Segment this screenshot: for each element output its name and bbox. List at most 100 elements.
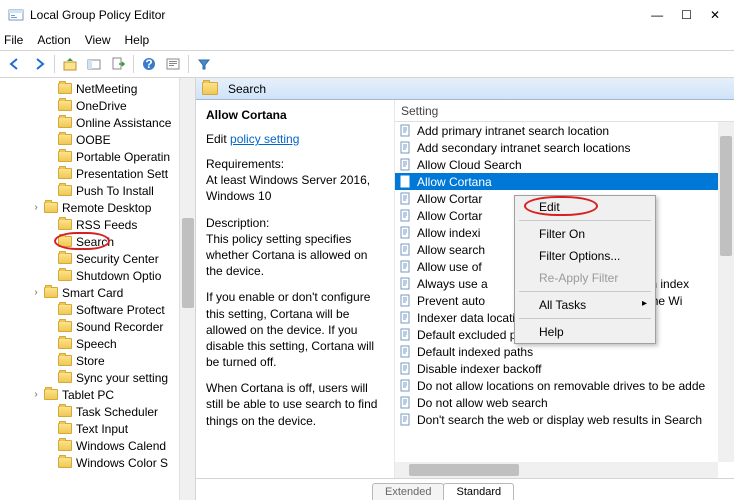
tree-item-label: Security Center bbox=[76, 252, 159, 266]
tree-item-label: Sync your setting bbox=[76, 371, 168, 385]
maximize-button[interactable]: ☐ bbox=[681, 8, 692, 22]
menu-separator bbox=[519, 220, 651, 221]
tree-item-security-center[interactable]: Security Center bbox=[0, 250, 195, 267]
policy-row[interactable]: Disable indexer backoff bbox=[395, 360, 734, 377]
tree-item-label: Task Scheduler bbox=[76, 405, 158, 419]
requirements-label: Requirements: bbox=[206, 157, 284, 171]
policy-row[interactable]: Add secondary intranet search locations bbox=[395, 139, 734, 156]
context-item-filter-options-[interactable]: Filter Options... bbox=[515, 245, 655, 267]
minimize-button[interactable]: — bbox=[651, 8, 663, 22]
context-item-all-tasks[interactable]: All Tasks▸ bbox=[515, 294, 655, 316]
policy-row[interactable]: Allow Cloud Search bbox=[395, 156, 734, 173]
tree-item-shutdown-optio[interactable]: Shutdown Optio bbox=[0, 267, 195, 284]
tree-item-windows-color-s[interactable]: Windows Color S bbox=[0, 454, 195, 471]
help-button[interactable]: ? bbox=[138, 53, 160, 75]
policy-row[interactable]: Do not allow locations on removable driv… bbox=[395, 377, 734, 394]
export-button[interactable] bbox=[107, 53, 129, 75]
tree-item-oobe[interactable]: OOBE bbox=[0, 131, 195, 148]
folder-icon bbox=[58, 338, 72, 349]
context-item-filter-on[interactable]: Filter On bbox=[515, 223, 655, 245]
up-button[interactable] bbox=[59, 53, 81, 75]
policy-label: Disable indexer backoff bbox=[417, 362, 542, 376]
tree-item-label: OneDrive bbox=[76, 99, 127, 113]
tree-item-sound-recorder[interactable]: Sound Recorder bbox=[0, 318, 195, 335]
app-icon bbox=[8, 7, 24, 23]
tree-item-presentation-sett[interactable]: Presentation Sett bbox=[0, 165, 195, 182]
tree-scrollbar[interactable] bbox=[179, 78, 195, 500]
tree-item-netmeeting[interactable]: NetMeeting bbox=[0, 80, 195, 97]
tree-item-tablet-pc[interactable]: ›Tablet PC bbox=[0, 386, 195, 403]
tab-extended[interactable]: Extended bbox=[372, 483, 444, 500]
tree-item-onedrive[interactable]: OneDrive bbox=[0, 97, 195, 114]
tab-standard[interactable]: Standard bbox=[443, 483, 514, 500]
tree-item-rss-feeds[interactable]: RSS Feeds bbox=[0, 216, 195, 233]
folder-icon bbox=[44, 389, 58, 400]
tree-item-text-input[interactable]: Text Input bbox=[0, 420, 195, 437]
tree-item-label: NetMeeting bbox=[76, 82, 137, 96]
description-text-1: This policy setting specifies whether Co… bbox=[206, 232, 367, 278]
tree-item-remote-desktop[interactable]: ›Remote Desktop bbox=[0, 199, 195, 216]
edit-policy-link[interactable]: policy setting bbox=[230, 132, 299, 146]
folder-icon bbox=[58, 423, 72, 434]
tree-nav[interactable]: NetMeeting OneDrive Online AssistanceOOBE P… bbox=[0, 78, 196, 500]
policy-label: Allow Cortana bbox=[417, 175, 492, 189]
context-item-edit[interactable]: Edit bbox=[515, 196, 655, 218]
policy-label: Do not allow web search bbox=[417, 396, 548, 410]
policy-row[interactable]: Don't search the web or display web resu… bbox=[395, 411, 734, 428]
policy-row[interactable]: Default indexed paths bbox=[395, 343, 734, 360]
tree-item-label: Presentation Sett bbox=[76, 167, 168, 181]
tree-item-sync-your-setting[interactable]: Sync your setting bbox=[0, 369, 195, 386]
policy-row[interactable]: Add primary intranet search location bbox=[395, 122, 734, 139]
folder-icon bbox=[58, 355, 72, 366]
list-scrollbar-vertical[interactable] bbox=[718, 122, 734, 462]
tree-item-software-protect[interactable]: Software Protect bbox=[0, 301, 195, 318]
tree-item-label: Online Assistance bbox=[76, 116, 171, 130]
tree-item-smart-card[interactable]: › Smart Card bbox=[0, 284, 195, 301]
forward-button[interactable] bbox=[28, 53, 50, 75]
tree-item-label: Portable Operatin bbox=[76, 150, 170, 164]
list-scrollbar-horizontal[interactable] bbox=[395, 462, 718, 478]
policy-label: Prevent auto bbox=[417, 294, 485, 308]
tree-item-search[interactable]: Search bbox=[0, 233, 195, 250]
policy-title: Allow Cortana bbox=[206, 108, 384, 122]
properties-button[interactable] bbox=[162, 53, 184, 75]
tree-item-store[interactable]: Store bbox=[0, 352, 195, 369]
policy-label: Don't search the web or display web resu… bbox=[417, 413, 702, 427]
description-text-3: When Cortana is off, users will still be… bbox=[206, 380, 384, 429]
folder-icon bbox=[58, 236, 72, 247]
submenu-arrow-icon: ▸ bbox=[642, 298, 647, 309]
requirements-text: At least Windows Server 2016, Windows 10 bbox=[206, 173, 370, 203]
column-header-setting[interactable]: Setting bbox=[395, 100, 734, 122]
expand-icon[interactable]: › bbox=[30, 287, 42, 298]
tree-item-label: Smart Card bbox=[62, 286, 123, 300]
policy-label: Allow use of bbox=[417, 260, 482, 274]
context-item-help[interactable]: Help bbox=[515, 321, 655, 343]
policy-row[interactable]: Do not allow web search bbox=[395, 394, 734, 411]
menu-file[interactable]: File bbox=[4, 33, 23, 47]
policy-label: Do not allow locations on removable driv… bbox=[417, 379, 705, 393]
tree-item-online-assistance[interactable]: Online Assistance bbox=[0, 114, 195, 131]
window-title: Local Group Policy Editor bbox=[30, 8, 651, 22]
policy-label: Add secondary intranet search locations bbox=[417, 141, 630, 155]
show-hide-button[interactable] bbox=[83, 53, 105, 75]
menu-action[interactable]: Action bbox=[37, 33, 70, 47]
policy-row[interactable]: Allow Cortana bbox=[395, 173, 734, 190]
folder-icon bbox=[58, 304, 72, 315]
expand-icon[interactable]: › bbox=[30, 389, 42, 400]
tree-item-label: Text Input bbox=[76, 422, 128, 436]
close-button[interactable]: ✕ bbox=[710, 8, 720, 22]
tree-item-label: Speech bbox=[76, 337, 117, 351]
tree-item-push-to-install[interactable]: Push To Install bbox=[0, 182, 195, 199]
menu-view[interactable]: View bbox=[85, 33, 111, 47]
tree-item-windows-calend[interactable]: Windows Calend bbox=[0, 437, 195, 454]
tree-item-portable-operatin[interactable]: Portable Operatin bbox=[0, 148, 195, 165]
back-button[interactable] bbox=[4, 53, 26, 75]
filter-button[interactable] bbox=[193, 53, 215, 75]
tree-item-speech[interactable]: Speech bbox=[0, 335, 195, 352]
menu-help[interactable]: Help bbox=[125, 33, 150, 47]
expand-icon[interactable]: › bbox=[30, 202, 42, 213]
tree-item-task-scheduler[interactable]: Task Scheduler bbox=[0, 403, 195, 420]
description-text-2: If you enable or don't configure this se… bbox=[206, 289, 384, 370]
policy-label: Allow Cloud Search bbox=[417, 158, 522, 172]
context-menu: EditFilter OnFilter Options...Re-Apply F… bbox=[514, 195, 656, 344]
